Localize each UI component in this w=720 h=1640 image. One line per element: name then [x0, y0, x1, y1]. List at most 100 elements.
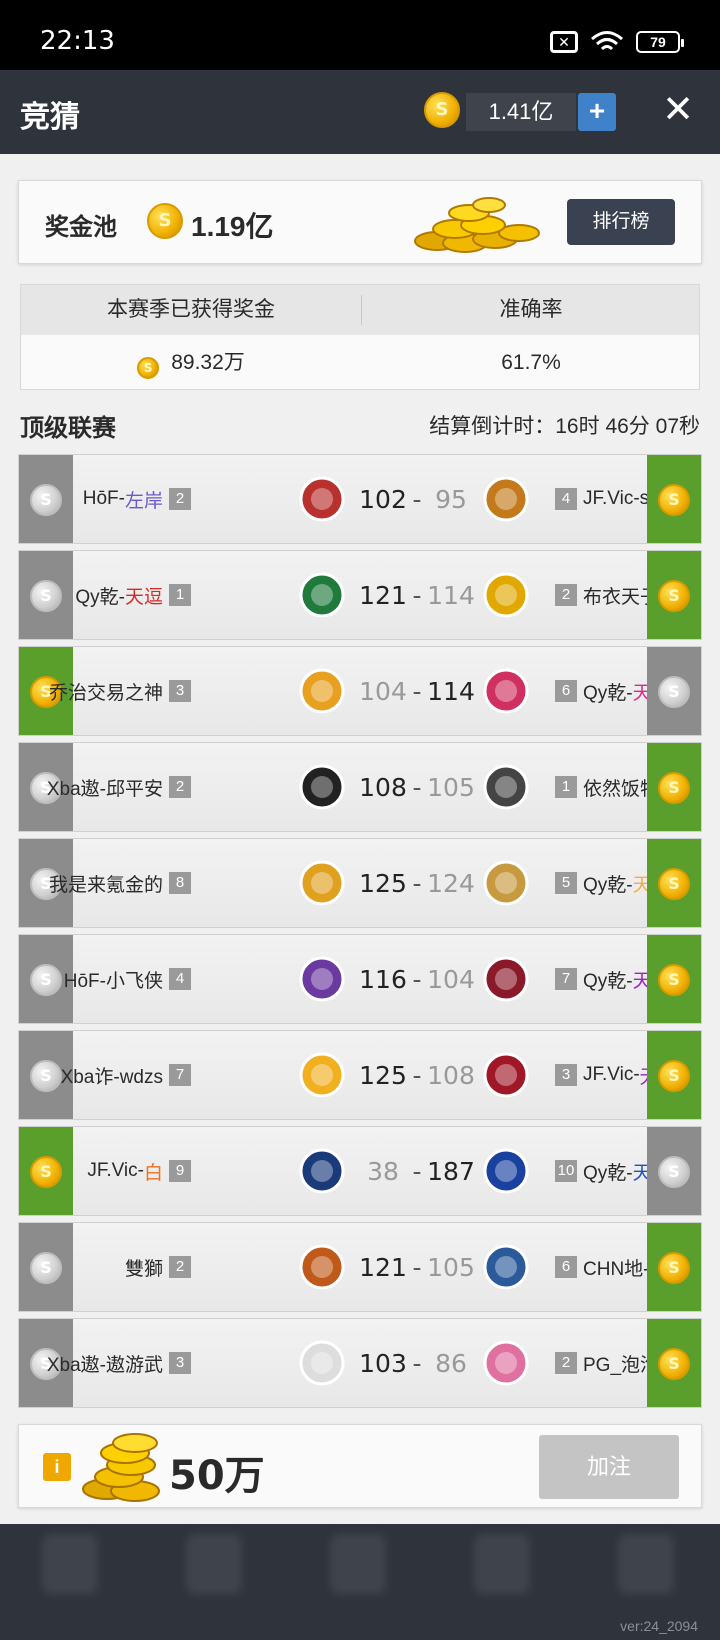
bottom-nav: ver:24_2094	[0, 1524, 720, 1640]
battery-icon: 79	[636, 31, 684, 53]
pick-right-button[interactable]: S	[647, 839, 701, 927]
nav-item-2[interactable]	[186, 1534, 242, 1594]
team-a-logo-icon	[299, 1052, 345, 1098]
team-a: JF.Vic- 白 9	[87, 1127, 197, 1215]
team-a-score: 103	[359, 1348, 407, 1378]
team-a-rank: 2	[169, 776, 191, 798]
match-row[interactable]: S 乔治交易之神 3 104 - 114 6 Qy乾- S	[18, 646, 702, 736]
match-row[interactable]: S JF.Vic- 白 9 38 - 187 10 Qy乾- S	[18, 1126, 702, 1216]
pick-left-button[interactable]: S	[19, 455, 73, 543]
coin-icon: S	[658, 772, 690, 804]
team-a-suffix: 左岸	[124, 490, 163, 512]
pick-left-button[interactable]: S	[19, 551, 73, 639]
team-b-score: 86	[435, 1348, 467, 1378]
team-a-rank: 3	[169, 1352, 191, 1374]
team-a-prefix: 雙獅	[124, 1258, 163, 1280]
match-row[interactable]: S Xba遨-邱平安 2 108 - 105 1 依然饭特稀 S	[18, 742, 702, 832]
team-b-rank: 5	[555, 872, 577, 894]
team-a-logo-icon	[299, 764, 345, 810]
page-title: 竞猜	[20, 100, 80, 135]
team-b-logo-icon	[483, 476, 529, 522]
close-button[interactable]: ✕	[660, 91, 696, 129]
team-b-rank: 3	[555, 1064, 577, 1086]
team-b-score: 108	[427, 1060, 475, 1090]
status-time: 22:13	[40, 26, 115, 56]
team-a-logo-icon	[299, 572, 345, 618]
score-display: 103 - 86	[357, 1319, 477, 1407]
team-b-score: 105	[427, 1252, 475, 1282]
coin-icon: S	[137, 357, 160, 379]
team-a-score: 104	[359, 676, 407, 706]
nav-item-5[interactable]	[618, 1534, 674, 1594]
team-a-logo-icon	[299, 476, 345, 522]
match-row[interactable]: S Xba诈-wdzs 7 125 - 108 3 JF.Vic- S	[18, 1030, 702, 1120]
pick-right-button[interactable]: S	[647, 455, 701, 543]
raise-bet-button[interactable]: 加注	[539, 1435, 679, 1499]
team-a-score: 102	[359, 484, 407, 514]
team-b-rank: 2	[555, 584, 577, 606]
pick-left-button[interactable]: S	[19, 1127, 73, 1215]
team-a: Qy乾- 天逗 1	[75, 551, 197, 639]
pick-right-button[interactable]: S	[647, 1223, 701, 1311]
team-a-logo-icon	[299, 1340, 345, 1386]
team-a-prefix: HōF-	[82, 488, 125, 509]
leaderboard-button[interactable]: 排行榜	[567, 199, 675, 245]
team-a-score: 121	[359, 1252, 407, 1282]
team-a-prefix: 乔治交易之神	[48, 682, 163, 704]
coin-icon: S	[658, 964, 690, 996]
score-separator: -	[412, 484, 422, 514]
team-a-prefix: 我是来氪金的	[48, 874, 163, 896]
match-row[interactable]: S HōF-小飞侠 4 116 - 104 7 Qy乾- S	[18, 934, 702, 1024]
status-bar: 22:13 ✕ 79	[0, 0, 720, 70]
coin-icon: S	[658, 1252, 690, 1284]
match-row[interactable]: S Qy乾- 天逗 1 121 - 114 2 布衣天子 S	[18, 550, 702, 640]
accuracy-value: 61.7%	[501, 351, 561, 374]
accuracy-header: 准确率	[499, 298, 563, 321]
score-separator: -	[412, 1156, 422, 1186]
team-b-rank: 1	[555, 776, 577, 798]
prize-pool-amount: 1.19亿	[191, 211, 274, 242]
team-a: 乔治交易之神 3	[49, 647, 197, 735]
settlement-countdown: 结算倒计时：16时 46分 07秒	[429, 415, 700, 438]
coin-icon: S	[658, 1060, 690, 1092]
add-coins-button[interactable]: +	[578, 93, 616, 131]
team-b-logo-icon	[483, 572, 529, 618]
nav-item-1[interactable]	[42, 1534, 98, 1594]
pick-right-button[interactable]: S	[647, 743, 701, 831]
nav-item-3[interactable]	[330, 1534, 386, 1594]
earned-value: 89.32万	[171, 351, 245, 374]
pick-right-button[interactable]: S	[647, 647, 701, 735]
match-row[interactable]: S HōF- 左岸 2 102 - 95 4 JF.Vic-salmon S	[18, 454, 702, 544]
bet-amount: 50万	[169, 1453, 265, 1499]
team-a-rank: 3	[169, 680, 191, 702]
team-b-score: 114	[427, 580, 475, 610]
team-b-logo-icon	[483, 1052, 529, 1098]
status-icons: ✕ 79	[550, 30, 684, 54]
coin-icon: S	[30, 1156, 62, 1188]
pick-right-button[interactable]: S	[647, 551, 701, 639]
coin-icon: S	[30, 580, 62, 612]
pick-left-button[interactable]: S	[19, 1223, 73, 1311]
coin-icon: S	[147, 203, 183, 239]
match-row[interactable]: S Xba遨-遨游武 3 103 - 86 2 PG_泡泡龙 S	[18, 1318, 702, 1408]
score-display: 121 - 114	[357, 551, 477, 639]
coin-icon: S	[658, 868, 690, 900]
team-a-prefix: Xba诈-wdzs	[60, 1066, 163, 1088]
coin-icon: S	[658, 580, 690, 612]
match-row[interactable]: S 雙獅 2 121 - 105 6 CHN地- S	[18, 1222, 702, 1312]
coin-icon: S	[30, 484, 62, 516]
team-a-rank: 2	[169, 488, 191, 510]
match-row[interactable]: S 我是来氪金的 8 125 - 124 5 Qy乾- S	[18, 838, 702, 928]
team-b-logo-icon	[483, 1244, 529, 1290]
pick-right-button[interactable]: S	[647, 935, 701, 1023]
pick-right-button[interactable]: S	[647, 1127, 701, 1215]
pick-right-button[interactable]: S	[647, 1031, 701, 1119]
team-a-rank: 7	[169, 1064, 191, 1086]
team-b-score: 105	[427, 772, 475, 802]
team-a-suffix: 白	[143, 1162, 163, 1184]
info-icon[interactable]: i	[43, 1453, 71, 1481]
score-separator: -	[412, 868, 422, 898]
nav-item-4[interactable]	[474, 1534, 530, 1594]
team-b-rank: 10	[555, 1160, 577, 1182]
pick-right-button[interactable]: S	[647, 1319, 701, 1407]
